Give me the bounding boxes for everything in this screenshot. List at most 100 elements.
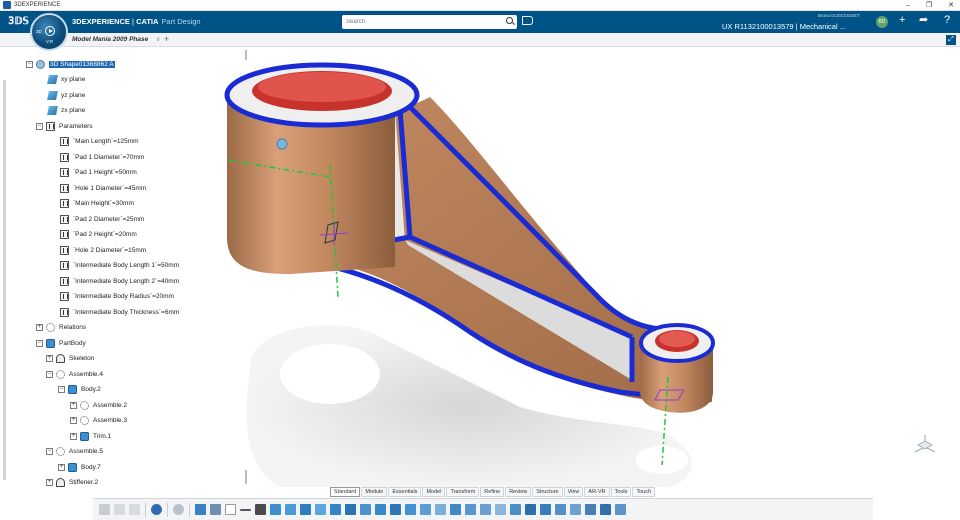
- shaft-icon[interactable]: [300, 504, 311, 515]
- plus-icon[interactable]: +: [899, 14, 905, 26]
- chamfer-icon[interactable]: [420, 504, 431, 515]
- sketch-icon[interactable]: [195, 504, 206, 515]
- collapse-toggle[interactable]: −: [46, 447, 53, 455]
- expand-toggle[interactable]: +: [58, 463, 65, 471]
- tree-scrollbar[interactable]: [3, 80, 6, 480]
- tab-tools[interactable]: Tools: [610, 487, 632, 497]
- tree-item-assemble2[interactable]: + Assemble.2: [70, 399, 127, 411]
- tree-item-parameter[interactable]: `Pad 1 Height`=50mm: [60, 166, 137, 178]
- collapse-toggle[interactable]: −: [46, 370, 53, 378]
- avatar[interactable]: BD: [876, 16, 888, 28]
- cut-icon[interactable]: [99, 504, 110, 515]
- axis-system-icon[interactable]: [255, 504, 266, 515]
- tree-item-assemble5[interactable]: − Assemble.5: [46, 445, 103, 457]
- tab-refine[interactable]: Refine: [480, 487, 505, 497]
- tab-essentials[interactable]: Essentials: [388, 487, 422, 497]
- stiffener-icon[interactable]: [375, 504, 386, 515]
- tab-model[interactable]: Model: [422, 487, 446, 497]
- expand-toggle[interactable]: +: [46, 354, 53, 362]
- tab-view[interactable]: View: [563, 487, 584, 497]
- multi-section-solid-icon[interactable]: [390, 504, 401, 515]
- search-input[interactable]: [342, 15, 492, 29]
- positioned-sketch-icon[interactable]: [210, 504, 221, 515]
- tab-structure[interactable]: Structure: [532, 487, 563, 497]
- expand-toggle[interactable]: +: [46, 478, 53, 486]
- tree-item-stiffener2[interactable]: + Stiffener.2: [46, 476, 98, 488]
- thickness-icon[interactable]: [465, 504, 476, 515]
- ds-logo-icon[interactable]: 𝟥𝔻𝕊: [8, 16, 29, 27]
- mirror-icon[interactable]: [495, 504, 506, 515]
- tree-item-skeleton[interactable]: + Skeleton: [46, 352, 94, 364]
- search-box[interactable]: [342, 15, 517, 29]
- view-compass-icon[interactable]: [912, 433, 938, 455]
- share-icon[interactable]: ➦: [919, 14, 928, 26]
- collaborative-space-context[interactable]: UX R1132100013579 | Mechanical ...: [722, 22, 846, 31]
- line-icon[interactable]: [240, 508, 251, 511]
- pocket-icon[interactable]: [285, 504, 296, 515]
- tree-item-parameter[interactable]: `Main Length`=125mm: [60, 135, 139, 147]
- collapse-toggle[interactable]: −: [36, 122, 43, 130]
- tree-item-partbody[interactable]: − PartBody: [36, 337, 86, 349]
- restore-button[interactable]: ❐: [926, 0, 932, 11]
- tree-item-parameter[interactable]: `Hole 1 Diameter`=45mm: [60, 182, 146, 194]
- compass-widget[interactable]: 3D V,R: [30, 13, 68, 51]
- expand-toggle[interactable]: +: [70, 432, 77, 440]
- tree-item-trim1[interactable]: + Trim.1: [70, 430, 111, 442]
- minimize-button[interactable]: –: [906, 0, 910, 11]
- rib-icon[interactable]: [345, 504, 356, 515]
- tree-item-parameter[interactable]: `Pad 1 Diameter`=70mm: [60, 151, 144, 163]
- tree-item-parameter[interactable]: `Intermediate Body Length 1`=50mm: [60, 259, 179, 271]
- tree-item-parameter[interactable]: `Intermediate Body Radius`=20mm: [60, 290, 174, 302]
- tree-splitter-bottom[interactable]: [245, 470, 247, 484]
- pad-icon[interactable]: [270, 504, 281, 515]
- add-tab-button[interactable]: +: [164, 34, 169, 44]
- tab-chevron-icon[interactable]: ∨: [156, 36, 160, 43]
- draft-icon[interactable]: [435, 504, 446, 515]
- tab-review[interactable]: Review: [505, 487, 532, 497]
- boolean-icon[interactable]: [525, 504, 536, 515]
- render-icon[interactable]: [585, 504, 596, 515]
- undo-icon[interactable]: [151, 504, 162, 515]
- fillet-icon[interactable]: [405, 504, 416, 515]
- tag-icon[interactable]: [522, 16, 533, 25]
- tab-module[interactable]: Module: [361, 487, 388, 497]
- tree-item-parameter[interactable]: `Pad 2 Height`=20mm: [60, 228, 137, 240]
- collapse-toggle[interactable]: −: [36, 339, 43, 347]
- pattern-icon[interactable]: [510, 504, 521, 515]
- point-icon[interactable]: [225, 504, 236, 515]
- tree-root[interactable]: − 3D Shape01368862 A: [26, 58, 115, 70]
- close-button[interactable]: ✕: [948, 0, 954, 11]
- expand-icon[interactable]: ⤢: [946, 35, 956, 45]
- apply-material-icon[interactable]: [570, 504, 581, 515]
- tree-item-body2[interactable]: − Body.2: [58, 383, 101, 395]
- view-icon[interactable]: [600, 504, 611, 515]
- tree-item-assemble3[interactable]: + Assemble.3: [70, 414, 127, 426]
- collapse-toggle[interactable]: −: [58, 385, 65, 393]
- groove-icon[interactable]: [315, 504, 326, 515]
- hole-icon[interactable]: [330, 504, 341, 515]
- tab-transform[interactable]: Transform: [446, 487, 480, 497]
- tab-standard[interactable]: Standard: [330, 487, 361, 497]
- expand-toggle[interactable]: +: [36, 323, 43, 331]
- tree-item-body7[interactable]: + Body.7: [58, 461, 101, 473]
- tree-item-zx-plane[interactable]: zx plane: [47, 104, 85, 116]
- tree-item-parameter[interactable]: `Hole 2 Diameter`=15mm: [60, 244, 146, 256]
- split-icon[interactable]: [540, 504, 551, 515]
- tree-item-xy-plane[interactable]: xy plane: [47, 73, 85, 85]
- tree-item-parameter[interactable]: `Pad 2 Diameter`=25mm: [60, 213, 144, 225]
- settings-icon[interactable]: [615, 504, 626, 515]
- tree-item-parameters[interactable]: − Parameters: [36, 120, 93, 132]
- slot-icon[interactable]: [360, 504, 371, 515]
- copy-icon[interactable]: [114, 504, 125, 515]
- expand-toggle[interactable]: +: [70, 416, 77, 424]
- tree-item-parameter[interactable]: `Intermediate Body Thickness`=6mm: [60, 306, 179, 318]
- paste-icon[interactable]: [129, 504, 140, 515]
- thread-icon[interactable]: [480, 504, 491, 515]
- tree-item-parameter[interactable]: `Main Height`=30mm: [60, 197, 134, 209]
- measure-icon[interactable]: [555, 504, 566, 515]
- tree-item-yz-plane[interactable]: yz plane: [47, 89, 85, 101]
- search-icon[interactable]: [506, 17, 513, 24]
- tab-model-mania[interactable]: Model Mania 2009 Phase: [72, 36, 148, 43]
- tab-touch[interactable]: Touch: [632, 487, 656, 497]
- collapse-toggle[interactable]: −: [26, 60, 33, 68]
